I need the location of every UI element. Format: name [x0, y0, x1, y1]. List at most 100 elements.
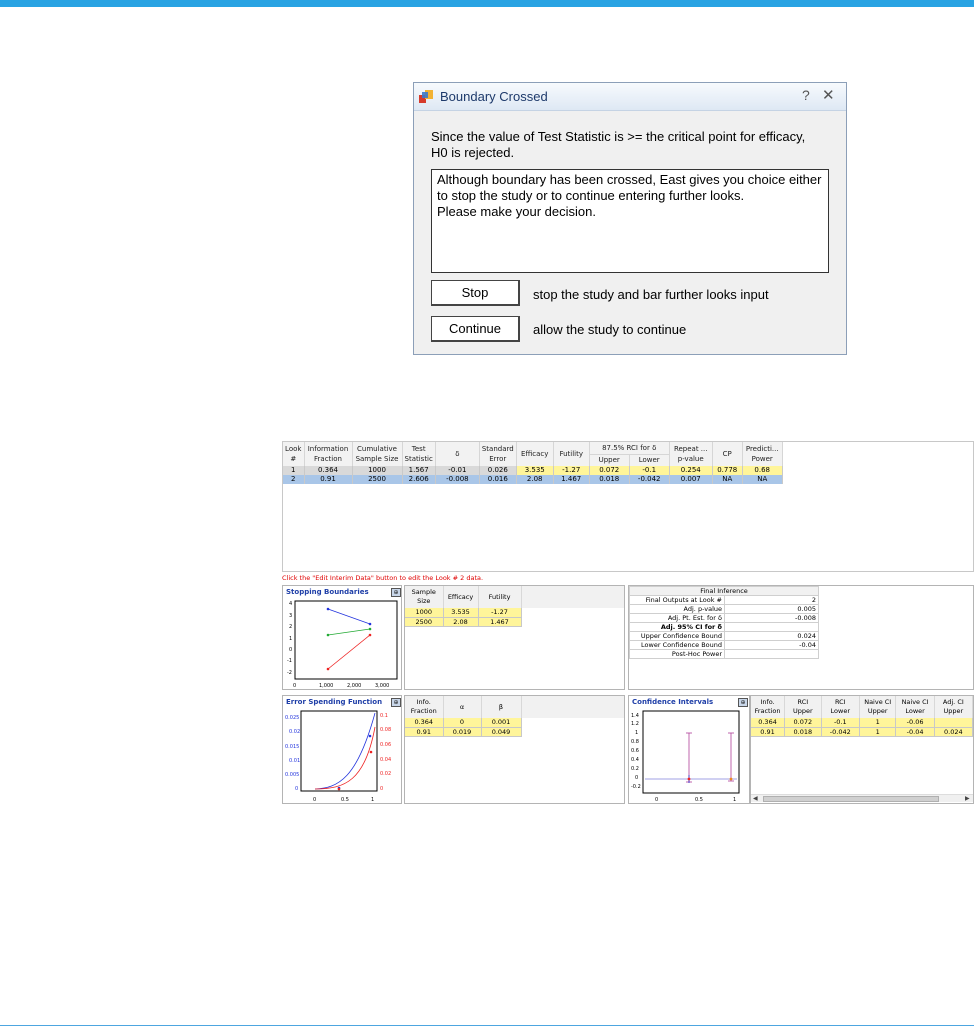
error-spending-table-panel: Info. Fraction α β 0.364 0 0.001 0.91 0.019 0… — [404, 695, 625, 804]
table-row: Adj. p-value 0.005 — [629, 604, 819, 614]
scrollbar-thumb[interactable] — [763, 796, 939, 802]
zoom-icon[interactable]: ⊕ — [391, 588, 401, 597]
confidence-intervals-table-panel: Info. Fraction RCI Upper RCI Lower Naive CI… — [750, 695, 974, 804]
confidence-intervals-table: Info. Fraction RCI Upper RCI Lower Naive CI… — [751, 696, 973, 737]
message-line: H0 is rejected. — [431, 145, 515, 160]
looks-grid-panel: Look # Information Fraction Cumulative Samp… — [282, 441, 974, 572]
y-tick: 0.4 — [631, 757, 639, 763]
error-spending-chart: 0.025 0.02 0.015 0.01 0.005 0 0.1 0.08 0… — [285, 710, 391, 803]
y-tick: 0.02 — [380, 771, 391, 777]
table-row: Final Outputs at Look #2 — [629, 595, 819, 605]
error-spending-chart-panel: Error Spending Function ⊕ 0.025 0.02 0.0… — [282, 695, 402, 804]
info-line: to stop the study or to continue enterin… — [437, 188, 745, 203]
y-tick: 0.06 — [380, 742, 391, 748]
x-tick: 0.5 — [341, 797, 349, 803]
decision-info-box: Although boundary has been crossed, East… — [431, 169, 829, 273]
x-tick: 0 — [313, 797, 316, 803]
y-tick: 2 — [289, 624, 292, 630]
table-row: Lower Confidence Bound -0.04 — [629, 640, 819, 650]
table-row[interactable]: 0.364 0 0.001 — [405, 718, 522, 728]
boundary-crossed-dialog: Boundary Crossed ? ✕ Since the value of … — [413, 82, 847, 355]
y-tick: 1.4 — [631, 713, 639, 719]
scroll-right-icon[interactable]: ▶ — [965, 795, 970, 802]
stop-button[interactable]: Stop — [431, 280, 520, 306]
y-tick: 1 — [289, 636, 292, 642]
x-tick: 0 — [293, 683, 296, 689]
table-row: Post-Hoc Power — [629, 649, 819, 659]
bottom-rule — [0, 1025, 974, 1026]
y-tick: -0.2 — [631, 784, 641, 790]
table-row[interactable]: 0.364 0.072 -0.1 1 -0.06 — [751, 718, 973, 728]
y-tick: 3 — [289, 613, 292, 619]
confidence-intervals-title: Confidence Intervals — [632, 698, 714, 706]
y-tick: 0.025 — [285, 715, 299, 721]
x-tick: 1 — [371, 797, 374, 803]
final-inference-panel: Final Inference Final Outputs at Look #2… — [628, 585, 974, 690]
info-line: Although boundary has been crossed, East… — [437, 172, 822, 187]
horizontal-scrollbar[interactable]: ◀ ▶ — [751, 794, 973, 802]
continue-description: allow the study to continue — [533, 322, 687, 337]
x-tick: 3,000 — [375, 683, 389, 689]
y-tick: 0 — [289, 647, 292, 653]
close-icon[interactable]: ✕ — [822, 86, 835, 104]
x-tick: 0.5 — [695, 797, 703, 803]
x-tick: 0 — [655, 797, 658, 803]
looks-table: Look # Information Fraction Cumulative Samp… — [283, 442, 783, 484]
y-tick: 0 — [380, 786, 383, 792]
stopping-boundaries-chart-panel: Stopping Boundaries ⊕ 4 3 2 1 0 -1 -2 0 … — [282, 585, 402, 690]
y-tick: 0.04 — [380, 757, 391, 763]
stopping-boundaries-table-panel: Sample Size Efficacy Futility 1000 3.535 -1… — [404, 585, 625, 690]
confidence-intervals-chart: 1.4 1.2 1 0.8 0.6 0.4 0.2 0 -0.2 0 0.5 1 — [631, 710, 740, 803]
table-row: Adj. 95% CI for δ — [629, 622, 819, 632]
dialog-title-bar: Boundary Crossed ? ✕ — [414, 83, 846, 111]
stopping-boundaries-chart: 4 3 2 1 0 -1 -2 0 1,000 2,000 3,000 — [287, 600, 398, 689]
rejection-message: Since the value of Test Statistic is >= … — [431, 129, 831, 161]
table-row[interactable]: 1 0.364 1000 1.567 -0.01 0.026 3.535 -1.27 0.… — [283, 466, 783, 475]
y-tick: 0.2 — [631, 766, 639, 772]
y-tick: 0.1 — [380, 713, 388, 719]
y-tick: 1 — [635, 730, 638, 736]
info-line: Please make your decision. — [437, 204, 596, 219]
zoom-icon[interactable]: ⊕ — [391, 698, 401, 707]
y-tick: 0.8 — [631, 739, 639, 745]
table-row[interactable]: 0.91 0.018 -0.042 1 -0.04 0.024 — [751, 727, 973, 737]
y-tick: 0.08 — [380, 727, 391, 733]
y-tick: 0 — [635, 775, 638, 781]
y-tick: 0.005 — [285, 772, 299, 778]
y-tick: 0.015 — [285, 744, 299, 750]
y-tick: -2 — [287, 670, 292, 676]
error-spending-table: Info. Fraction α β 0.364 0 0.001 0.91 0.019 0… — [405, 696, 522, 737]
table-row[interactable]: 2 0.91 2500 2.606 -0.008 0.016 2.08 1.467 0.01… — [283, 475, 783, 484]
table-row[interactable]: 0.91 0.019 0.049 — [405, 727, 522, 737]
message-line: Since the value of Test Statistic is >= … — [431, 129, 806, 144]
y-tick: 0 — [295, 786, 298, 792]
dialog-title: Boundary Crossed — [440, 89, 548, 104]
x-tick: 1,000 — [319, 683, 333, 689]
final-inference-table: Final Inference Final Outputs at Look #2… — [629, 586, 819, 659]
scroll-left-icon[interactable]: ◀ — [753, 795, 758, 802]
confidence-intervals-chart-panel: Confidence Intervals ⊕ 1.4 1.2 1 0.8 0.6… — [628, 695, 750, 804]
error-spending-title: Error Spending Function — [286, 698, 383, 706]
continue-button[interactable]: Continue — [431, 316, 520, 342]
table-row: Adj. Pt. Est. for δ -0.008 — [629, 613, 819, 623]
stop-description: stop the study and bar further looks inp… — [533, 287, 769, 302]
x-tick: 2,000 — [347, 683, 361, 689]
stopping-boundaries-title: Stopping Boundaries — [286, 588, 369, 596]
y-tick: 4 — [289, 601, 292, 607]
final-inference-title: Final Inference — [629, 586, 819, 596]
help-icon[interactable]: ? — [802, 87, 810, 103]
y-tick: 0.01 — [289, 758, 300, 764]
table-row: Upper Confidence Bound 0.024 — [629, 631, 819, 641]
zoom-icon[interactable]: ⊕ — [738, 698, 748, 707]
top-rule — [0, 0, 974, 7]
table-row[interactable]: 2500 2.08 1.467 — [405, 617, 522, 627]
y-tick: 0.02 — [289, 729, 300, 735]
app-icon — [419, 90, 433, 103]
y-tick: -1 — [287, 658, 292, 664]
y-tick: 0.6 — [631, 748, 639, 754]
stopping-boundaries-table: Sample Size Efficacy Futility 1000 3.535 -1… — [405, 586, 522, 627]
y-tick: 1.2 — [631, 721, 639, 727]
table-row[interactable]: 1000 3.535 -1.27 — [405, 608, 522, 618]
x-tick: 1 — [733, 797, 736, 803]
edit-interim-note: Click the "Edit Interim Data" button to … — [282, 574, 484, 582]
